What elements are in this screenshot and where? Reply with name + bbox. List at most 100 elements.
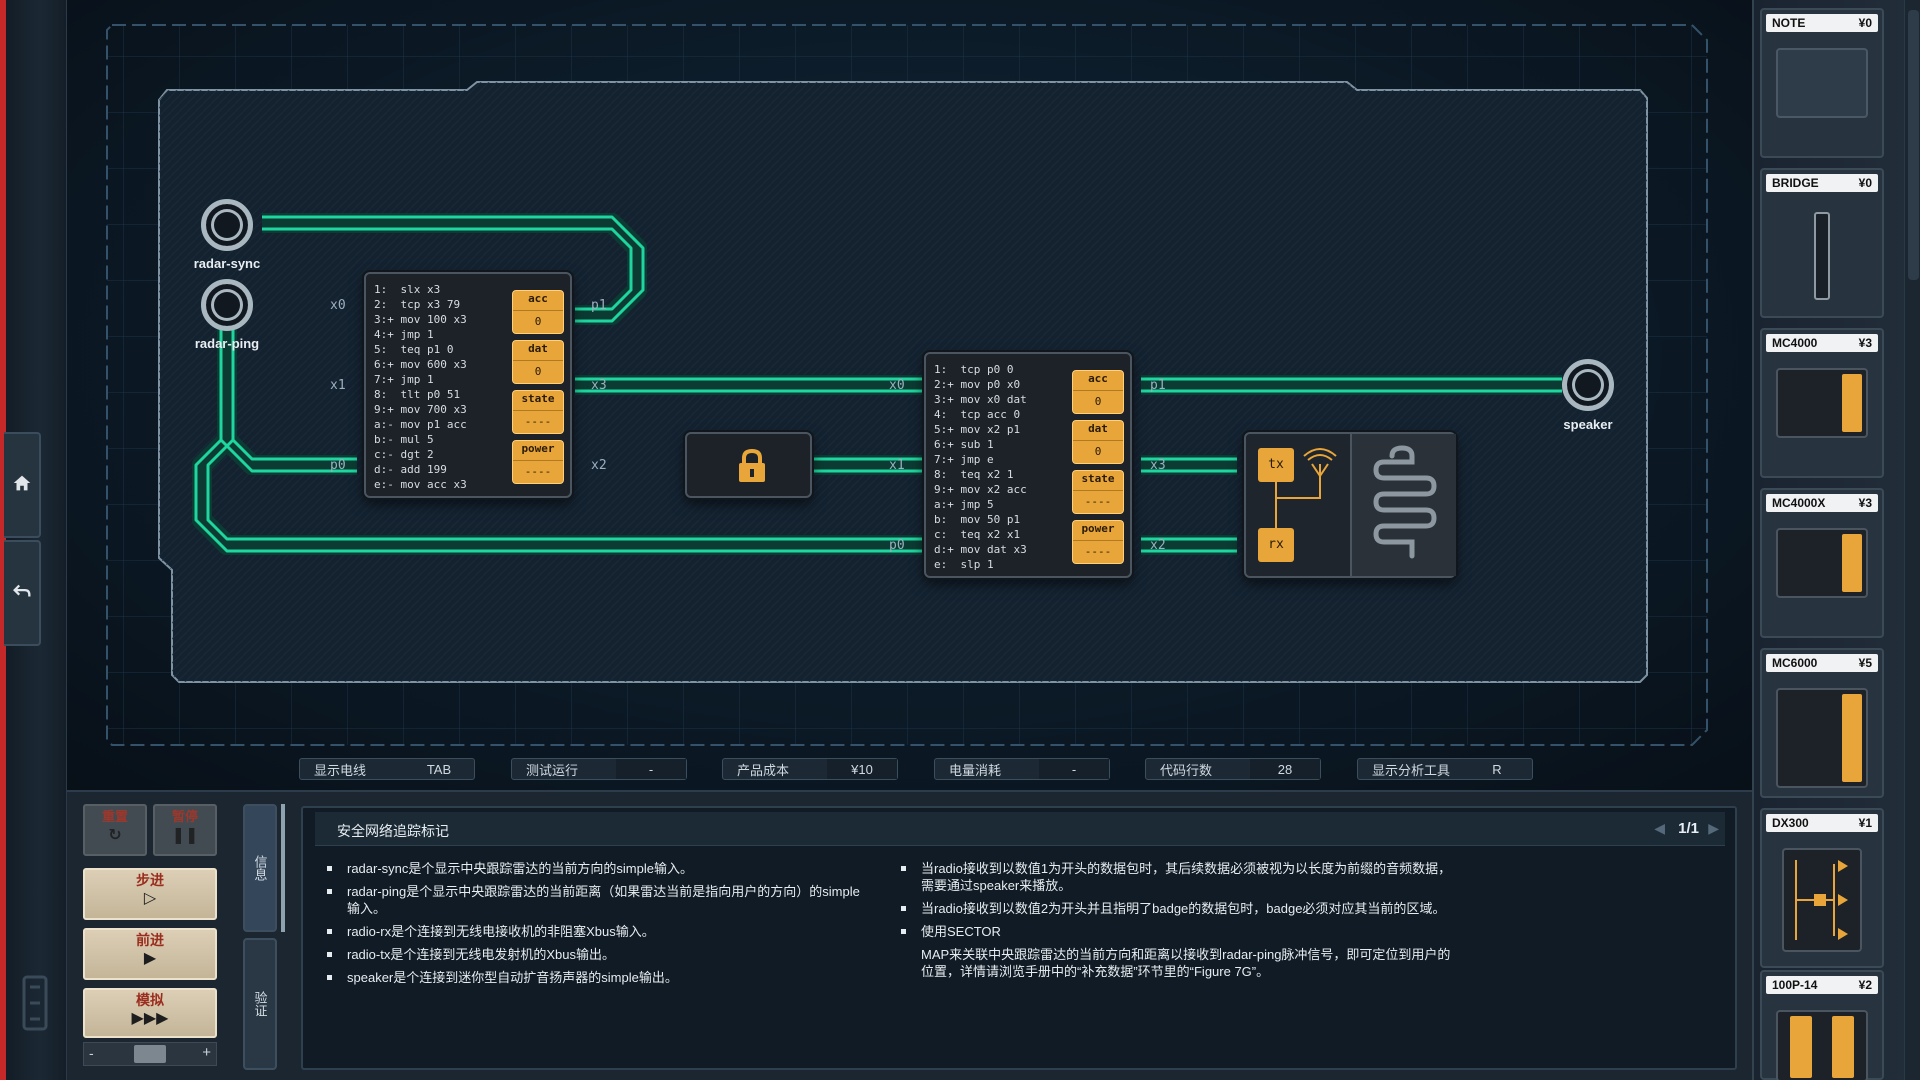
chip1-code[interactable]: 1: slx x3 2: tcp x3 79 3:+ mov 100 x3 4:…	[374, 282, 467, 492]
pause-icon: ❚❚	[171, 827, 199, 844]
advance-button[interactable]: 前进 ▶	[83, 928, 217, 980]
radar-ping-label: radar-ping	[194, 336, 260, 351]
status-bar: 显示电线 TAB 测试运行 - 产品成本 ¥10 电量消耗 - 代码行数 28 显示分析工…	[67, 752, 1752, 786]
power-usage-label: 电量消耗	[949, 762, 1002, 778]
part-mc4000[interactable]: MC4000 ¥3	[1760, 328, 1884, 478]
info-item: 当radio接收到以数值2为开头并且指明了badge的数据包时，badge必须对…	[899, 900, 1459, 917]
radar-sync-port[interactable]	[201, 199, 253, 251]
code-lines-label: 代码行数	[1160, 762, 1213, 778]
reg-name: dat	[1073, 421, 1123, 441]
step-button[interactable]: 步进 ▷	[83, 868, 217, 920]
info-item: radio-rx是个连接到无线电接收机的非阻塞Xbus输入。	[325, 923, 865, 940]
chip1-reg-dat: dat 0	[512, 340, 564, 384]
reg-value: ----	[524, 465, 552, 478]
simulate-label: 模拟	[136, 992, 164, 1008]
prev-page-icon[interactable]: ◀	[1654, 820, 1665, 837]
tab-verify[interactable]: 验证	[243, 938, 277, 1070]
chip2-code[interactable]: 1: tcp p0 0 2:+ mov p0 x0 3:+ mov x0 dat…	[934, 362, 1027, 572]
reg-value: 0	[1094, 395, 1102, 408]
product-cost-label: 产品成本	[737, 762, 790, 778]
advance-icon: ▶	[143, 950, 157, 967]
tab-info[interactable]: 信息	[243, 804, 277, 932]
speed-slider[interactable]: - +	[83, 1042, 217, 1066]
mc6000-chip-2[interactable]: 1: tcp p0 0 2:+ mov p0 x0 3:+ mov x0 dat…	[924, 352, 1132, 578]
part-name: MC4000X	[1772, 496, 1826, 510]
radar-sync-label: radar-sync	[193, 256, 261, 271]
reg-name: state	[1073, 471, 1123, 491]
register-strip	[1842, 534, 1862, 592]
mc6000-chip-1[interactable]: 1: slx x3 2: tcp x3 79 3:+ mov 100 x3 4:…	[364, 272, 572, 498]
pause-button[interactable]: 暂停 ❚❚	[153, 804, 217, 856]
part-bridge[interactable]: BRIDGE ¥0	[1760, 168, 1884, 318]
info-item: speaker是个连接到迷你型自动扩音扬声器的simple输出。	[325, 969, 865, 986]
test-run-label: 测试运行	[526, 762, 579, 778]
circuit-board[interactable]	[67, 0, 1752, 790]
next-page-icon[interactable]: ▶	[1708, 820, 1719, 837]
code-lines-value: 28	[1250, 759, 1320, 779]
radio-module[interactable]: tx rx	[1244, 432, 1456, 578]
reg-name: state	[513, 391, 563, 411]
chip2-pin-x3: x3	[1150, 458, 1166, 473]
info-item: 当radio接收到以数值1为开头的数据包时，其后续数据必须被视为以长度为前缀的音…	[899, 860, 1459, 894]
chip1-reg-state: state ----	[512, 390, 564, 434]
note-preview	[1776, 48, 1868, 118]
simulate-button[interactable]: 模拟 ▶▶▶	[83, 988, 217, 1038]
reg-value: ----	[524, 415, 552, 428]
part-price: ¥1	[1858, 816, 1872, 830]
shenzhen-io-window: radar-sync radar-ping speaker 1: slx x3 …	[0, 0, 1920, 1080]
undo-button[interactable]	[4, 540, 41, 646]
part-header: 100P-14 ¥2	[1766, 976, 1878, 994]
reg-value: 0	[1094, 445, 1102, 458]
simulate-icon: ▶▶▶	[131, 1010, 169, 1027]
reset-button[interactable]: 重置 ↻	[83, 804, 147, 856]
info-item: radar-ping是个显示中央跟踪雷达的当前距离（如果雷达当前是指向用户的方向…	[325, 883, 865, 917]
chip2-reg-state: state ----	[1072, 470, 1124, 514]
parts-scrollbar[interactable]	[1904, 0, 1920, 1080]
radar-ping-port[interactable]	[201, 279, 253, 331]
speed-minus[interactable]: -	[89, 1045, 94, 1061]
part-name: BRIDGE	[1772, 176, 1819, 190]
mc6000-preview	[1776, 688, 1868, 788]
home-button[interactable]	[4, 432, 41, 538]
part-100p-14[interactable]: 100P-14 ¥2	[1760, 970, 1884, 1080]
part-dx300[interactable]: DX300 ¥1	[1760, 808, 1884, 968]
lock-icon	[735, 448, 769, 484]
part-name: MC6000	[1772, 656, 1818, 670]
chip1-reg-acc: acc 0	[512, 290, 564, 334]
info-item: 使用SECTOR	[899, 923, 1459, 940]
memory-strip	[1832, 1016, 1854, 1078]
speaker-port[interactable]	[1562, 359, 1614, 411]
reg-name: power	[1073, 521, 1123, 541]
analyzer-label: 显示分析工具	[1372, 762, 1451, 778]
parts-scroll-thumb[interactable]	[1908, 10, 1919, 280]
speed-slider-handle[interactable]	[134, 1045, 166, 1063]
chip1-pin-p0: p0	[330, 458, 346, 473]
reg-value: ----	[1084, 545, 1112, 558]
coil-icon	[1373, 445, 1437, 559]
chip2-pin-x1: x1	[889, 458, 905, 473]
bridge-preview	[1814, 212, 1830, 300]
part-mc6000[interactable]: MC6000 ¥5	[1760, 648, 1884, 798]
test-run-value: -	[616, 759, 686, 779]
part-mc4000x[interactable]: MC4000X ¥3	[1760, 488, 1884, 638]
step-icon: ▷	[143, 890, 157, 907]
memory-strip	[1790, 1016, 1812, 1078]
reg-value: 0	[534, 315, 542, 328]
speed-plus[interactable]: +	[202, 1044, 211, 1061]
show-wires-toggle[interactable]: 显示电线 TAB	[299, 758, 475, 780]
part-note[interactable]: NOTE ¥0	[1760, 8, 1884, 158]
security-lock-module[interactable]	[685, 432, 812, 498]
part-name: DX300	[1772, 816, 1809, 830]
parts-panel: NOTE ¥0 BRIDGE ¥0 MC4000 ¥3 MC4000X ¥3 MC600…	[1752, 0, 1920, 1080]
home-icon	[11, 472, 33, 499]
reg-name: dat	[513, 341, 563, 361]
reset-icon: ↻	[108, 827, 122, 844]
product-cost-value: ¥10	[827, 759, 897, 779]
chip2-reg-acc: acc 0	[1072, 370, 1124, 414]
analyzer-toggle[interactable]: 显示分析工具 R	[1357, 758, 1533, 780]
pause-label: 暂停	[171, 809, 198, 824]
power-usage-stat: 电量消耗 -	[934, 758, 1110, 780]
step-label: 步进	[136, 872, 164, 888]
info-panel: 安全网络追踪标记 ◀ 1/1 ▶ radar-sync是个显示中央跟踪雷达的当前…	[301, 806, 1737, 1070]
page-indicator: 1/1	[1678, 820, 1699, 837]
